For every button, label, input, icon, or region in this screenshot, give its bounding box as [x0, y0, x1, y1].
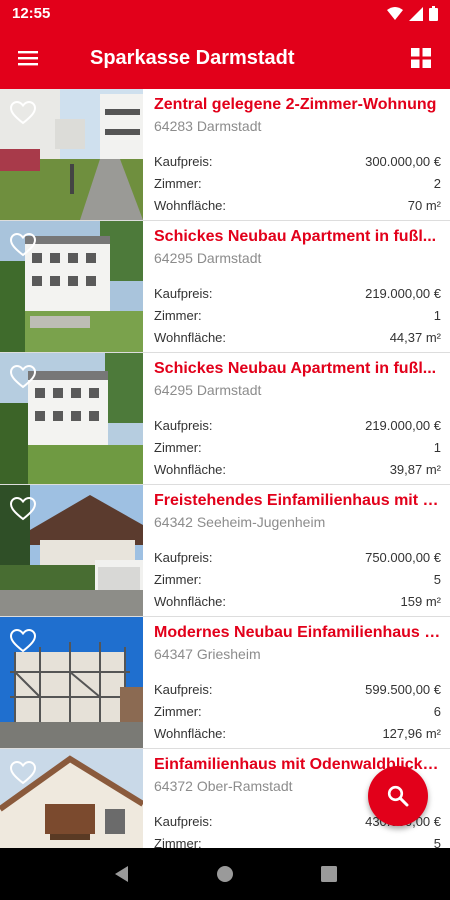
- listing-list[interactable]: Zentral gelegene 2-Zimmer-Wohnung 64283 …: [0, 89, 450, 848]
- price-label: Kaufpreis:: [154, 814, 213, 829]
- menu-button[interactable]: [0, 27, 56, 89]
- price-label: Kaufpreis:: [154, 286, 213, 301]
- rooms-value: 5: [433, 836, 441, 848]
- listing-title[interactable]: Zentral gelegene 2-Zimmer-Wohnung: [154, 95, 441, 115]
- home-icon[interactable]: [215, 864, 235, 884]
- listing-photo: [0, 353, 143, 484]
- status-time: 12:55: [12, 5, 51, 22]
- rooms-label: Zimmer:: [154, 440, 202, 455]
- price-label: Kaufpreis:: [154, 154, 213, 169]
- back-icon[interactable]: [113, 865, 129, 883]
- area-label: Wohnfläche:: [154, 330, 227, 345]
- listing-card[interactable]: Zentral gelegene 2-Zimmer-Wohnung 64283 …: [0, 89, 450, 221]
- area-label: Wohnfläche:: [154, 726, 227, 741]
- status-bar: 12:55: [0, 0, 450, 27]
- listing-card[interactable]: Schickes Neubau Apartment in fußl... 642…: [0, 221, 450, 353]
- area-label: Wohnfläche:: [154, 594, 227, 609]
- listing-photo: [0, 485, 143, 616]
- system-nav-bar: [0, 848, 450, 900]
- listing-card[interactable]: Modernes Neubau Einfamilienhaus i... 643…: [0, 617, 450, 749]
- listing-photo: [0, 221, 143, 352]
- favorite-icon[interactable]: [10, 497, 36, 521]
- price-value: 750.000,00 €: [365, 550, 441, 565]
- listing-photo: [0, 749, 143, 848]
- app-bar: Sparkasse Darmstadt: [0, 27, 450, 89]
- listing-card[interactable]: Freistehendes Einfamilienhaus mit g... 6…: [0, 485, 450, 617]
- price-label: Kaufpreis:: [154, 418, 213, 433]
- listing-location: 64283 Darmstadt: [154, 118, 262, 134]
- area-value: 70 m²: [407, 198, 441, 213]
- rooms-value: 6: [433, 704, 441, 719]
- price-value: 219.000,00 €: [365, 286, 441, 301]
- listing-info: Zentral gelegene 2-Zimmer-Wohnung 64283 …: [143, 89, 450, 220]
- area-label: Wohnfläche:: [154, 198, 227, 213]
- listing-location: 64342 Seeheim-Jugenheim: [154, 514, 326, 530]
- listing-card[interactable]: Schickes Neubau Apartment in fußl... 642…: [0, 353, 450, 485]
- grid-view-button[interactable]: [392, 27, 450, 89]
- favorite-icon[interactable]: [10, 365, 36, 389]
- signal-icon: [409, 6, 423, 21]
- battery-icon: [429, 6, 438, 21]
- recents-icon[interactable]: [321, 866, 337, 882]
- listing-title[interactable]: Modernes Neubau Einfamilienhaus i...: [154, 623, 441, 643]
- listing-photo: [0, 89, 143, 220]
- rooms-label: Zimmer:: [154, 572, 202, 587]
- app-title: Sparkasse Darmstadt: [90, 46, 295, 69]
- rooms-value: 2: [433, 176, 441, 191]
- price-value: 599.500,00 €: [365, 682, 441, 697]
- favorite-icon[interactable]: [10, 629, 36, 653]
- listing-photo: [0, 617, 143, 748]
- listing-location: 64347 Griesheim: [154, 646, 261, 662]
- area-value: 159 m²: [400, 594, 441, 609]
- rooms-value: 1: [433, 440, 441, 455]
- listing-info: Schickes Neubau Apartment in fußl... 642…: [143, 221, 450, 352]
- area-value: 39,87 m²: [389, 462, 441, 477]
- listing-info: Freistehendes Einfamilienhaus mit g... 6…: [143, 485, 450, 616]
- listing-info: Modernes Neubau Einfamilienhaus i... 643…: [143, 617, 450, 748]
- listing-title[interactable]: Schickes Neubau Apartment in fußl...: [154, 359, 441, 379]
- listing-location: 64295 Darmstadt: [154, 382, 262, 398]
- price-label: Kaufpreis:: [154, 550, 213, 565]
- listing-info: Schickes Neubau Apartment in fußl... 642…: [143, 353, 450, 484]
- search-icon: [387, 785, 409, 807]
- price-value: 300.000,00 €: [365, 154, 441, 169]
- wifi-icon: [387, 6, 403, 20]
- rooms-label: Zimmer:: [154, 308, 202, 323]
- favorite-icon[interactable]: [10, 233, 36, 257]
- listing-location: 64295 Darmstadt: [154, 250, 262, 266]
- system-icons: [387, 6, 438, 21]
- favorite-icon[interactable]: [10, 761, 36, 785]
- rooms-label: Zimmer:: [154, 704, 202, 719]
- favorite-icon[interactable]: [10, 101, 36, 125]
- price-value: 219.000,00 €: [365, 418, 441, 433]
- rooms-value: 1: [433, 308, 441, 323]
- area-value: 127,96 m²: [382, 726, 441, 741]
- rooms-label: Zimmer:: [154, 836, 202, 848]
- listing-title[interactable]: Schickes Neubau Apartment in fußl...: [154, 227, 441, 247]
- area-label: Wohnfläche:: [154, 462, 227, 477]
- rooms-value: 5: [433, 572, 441, 587]
- area-value: 44,37 m²: [389, 330, 441, 345]
- hamburger-icon: [18, 51, 38, 66]
- listing-title[interactable]: Freistehendes Einfamilienhaus mit g...: [154, 491, 441, 511]
- grid-view-icon: [411, 48, 431, 68]
- price-label: Kaufpreis:: [154, 682, 213, 697]
- rooms-label: Zimmer:: [154, 176, 202, 191]
- search-fab[interactable]: [368, 766, 428, 826]
